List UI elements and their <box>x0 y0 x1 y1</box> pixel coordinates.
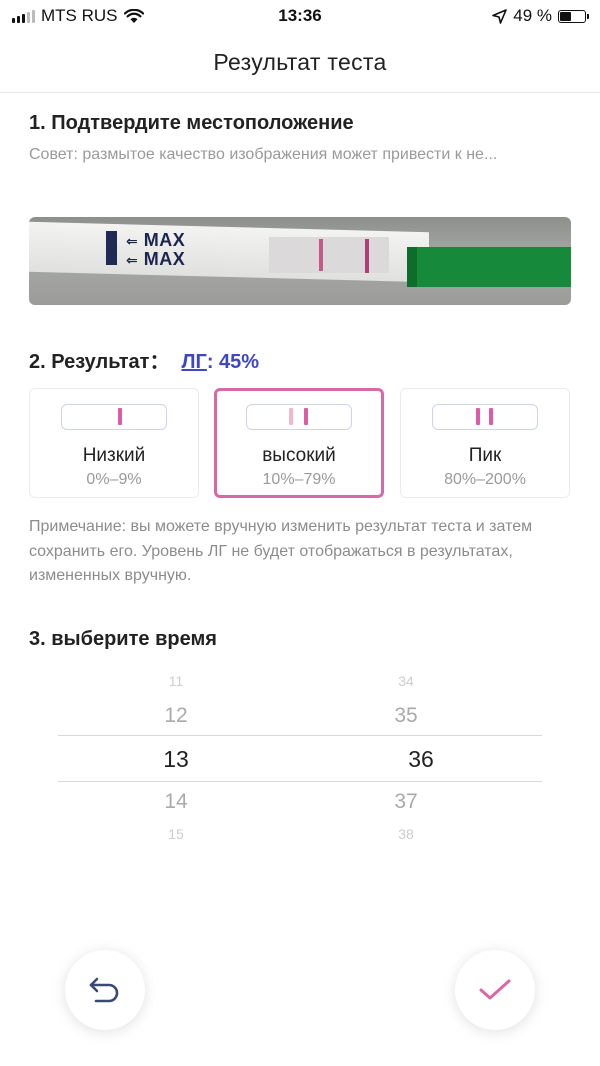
minute-option[interactable]: 38 <box>346 826 466 842</box>
card-range: 10%–79% <box>262 471 336 488</box>
card-label: Низкий <box>82 445 146 466</box>
status-right: 49 % <box>492 6 589 26</box>
section-result-title: 2. Результат： <box>29 351 170 373</box>
picker-bottom-divider <box>58 781 542 782</box>
hour-wheel[interactable]: 11 12 13 14 15 <box>116 668 236 848</box>
nav-header: Результат теста <box>0 32 600 93</box>
minute-selected[interactable]: 36 <box>361 746 481 773</box>
strip-result-window <box>269 237 389 273</box>
image-quality-tip: Совет: размытое качество изображения мож… <box>29 146 498 163</box>
section-time-title: 3. выберите время <box>29 628 217 650</box>
hour-option[interactable]: 11 <box>116 673 236 689</box>
picker-top-divider <box>58 735 542 736</box>
manual-edit-note: Примечание: вы можете вручную изменить р… <box>29 518 533 584</box>
checkmark-icon <box>479 979 511 1000</box>
location-arrow-icon <box>492 8 508 24</box>
minute-option[interactable]: 35 <box>346 704 466 728</box>
result-card-high[interactable]: высокий 10%–79% <box>214 388 384 498</box>
strip-peak-icon <box>432 404 538 430</box>
undo-icon <box>89 977 119 1003</box>
lh-info-link[interactable]: ЛГ <box>181 351 206 374</box>
strip-handle-edge <box>407 247 417 287</box>
hour-option[interactable]: 14 <box>116 790 236 814</box>
strip-control-line <box>319 239 323 271</box>
result-heading: 2. Результат： ЛГ : 45% <box>29 345 259 374</box>
hour-selected[interactable]: 13 <box>116 746 236 773</box>
section-location-title: 1. Подтвердите местоположение <box>29 112 354 134</box>
minute-option[interactable]: 34 <box>346 673 466 689</box>
hour-option[interactable]: 15 <box>116 826 236 842</box>
undo-button[interactable] <box>65 950 145 1030</box>
battery-icon <box>558 9 589 23</box>
minute-wheel[interactable]: 34 35 36 37 38 <box>346 668 466 848</box>
strip-low-icon <box>61 404 167 430</box>
result-card-low[interactable]: Низкий 0%–9% <box>29 388 199 498</box>
strip-test-line <box>365 239 369 273</box>
strip-blue-mark <box>106 231 117 265</box>
card-range: 0%–9% <box>86 471 142 488</box>
strip-handle <box>407 247 571 287</box>
card-label: Пик <box>468 445 502 466</box>
page-title: Результат теста <box>213 49 387 75</box>
test-strip-photo[interactable]: ⇐ MAX ⇐ MAX <box>29 217 571 305</box>
card-range: 80%–200% <box>444 471 526 488</box>
hour-option[interactable]: 12 <box>116 704 236 728</box>
result-card-peak[interactable]: Пик 80%–200% <box>400 388 570 498</box>
time-picker[interactable]: 11 12 13 14 15 34 35 36 37 38 <box>58 668 542 848</box>
confirm-button[interactable] <box>455 950 535 1030</box>
strip-max-label: ⇐ MAX ⇐ MAX <box>126 230 186 269</box>
minute-option[interactable]: 37 <box>346 790 466 814</box>
lh-value: : 45% <box>206 351 260 373</box>
strip-high-icon <box>246 404 352 430</box>
battery-percent: 49 % <box>513 6 552 25</box>
card-label: высокий <box>262 445 336 466</box>
status-bar: MTS RUS 13:36 49 % <box>0 0 600 32</box>
